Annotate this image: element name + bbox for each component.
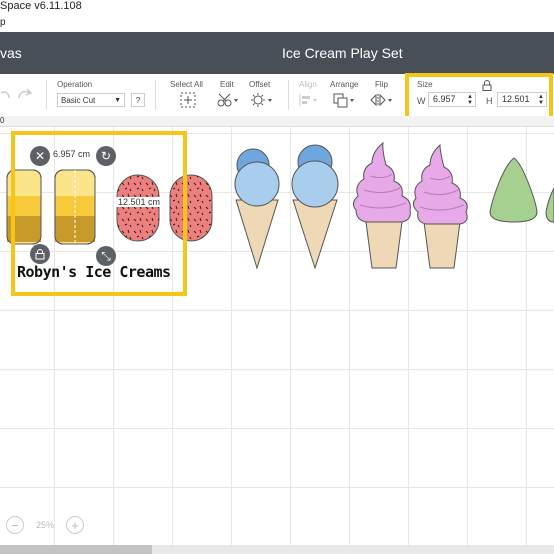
offset-icon[interactable] <box>250 92 274 108</box>
toolbar-divider <box>288 80 289 110</box>
size-label: Size <box>417 80 433 89</box>
flip-icon[interactable] <box>370 92 394 108</box>
operation-label: Operation <box>57 80 93 89</box>
edit-scissors-icon[interactable] <box>216 92 240 108</box>
green-wedge[interactable] <box>489 157 538 223</box>
arrange-label: Arrange <box>330 80 359 89</box>
zoom-controls: − 25% + <box>6 516 86 536</box>
operation-value: Basic Cut <box>61 96 96 105</box>
height-value: 12.501 <box>502 94 530 104</box>
delete-handle-icon[interactable]: ✕ <box>30 146 50 166</box>
height-stepper-icon[interactable]: ▲ ▼ <box>538 94 544 106</box>
redo-icon[interactable] <box>16 86 34 102</box>
title-bar: Space v6.11.108 p <box>0 0 554 32</box>
green-wedge-partial[interactable] <box>545 187 554 223</box>
app-title: Space v6.11.108 <box>0 0 82 12</box>
height-input[interactable]: 12.501 ▲ ▼ <box>497 92 547 107</box>
text-object[interactable]: Robyn's Ice Creams <box>17 263 171 281</box>
flip-label: Flip <box>375 80 388 89</box>
zoom-in-button[interactable]: + <box>66 516 84 534</box>
zoom-level: 25% <box>36 520 55 530</box>
toolbar-divider <box>155 80 156 110</box>
offset-label: Offset <box>249 80 271 89</box>
select-all-label: Select All <box>170 80 203 89</box>
help-button[interactable]: ? <box>131 93 145 107</box>
width-value: 6.957 <box>433 94 456 104</box>
swirl-cone-2[interactable] <box>412 143 468 269</box>
arrange-icon[interactable] <box>332 92 356 108</box>
zoom-out-button[interactable]: − <box>6 516 24 534</box>
scrollbar-thumb[interactable] <box>0 545 152 554</box>
project-title: Ice Cream Play Set <box>282 45 403 61</box>
app-header: vas Ice Cream Play Set <box>0 32 554 74</box>
select-all-icon[interactable] <box>180 92 196 108</box>
width-readout: 6.957 cm <box>51 149 93 159</box>
width-stepper-icon[interactable]: ▲ ▼ <box>467 94 473 106</box>
chevron-down-icon: ▼ <box>114 97 121 104</box>
height-readout: 12.501 cm <box>116 197 163 207</box>
rotate-handle-icon[interactable]: ↻ <box>96 146 116 166</box>
canvas-label: vas <box>0 45 22 61</box>
toolbar-divider <box>46 80 47 110</box>
horizontal-ruler: 0 <box>0 116 554 127</box>
lock-handle-icon[interactable] <box>30 244 50 264</box>
align-label: Align <box>299 80 317 89</box>
blue-scoop-cone-2[interactable] <box>291 144 339 270</box>
horizontal-scrollbar[interactable] <box>0 545 554 554</box>
menu-fragment[interactable]: p <box>0 17 6 28</box>
ruler-origin-label: 0 <box>0 116 5 125</box>
width-input[interactable]: 6.957 ▲ ▼ <box>428 92 476 107</box>
lock-icon[interactable] <box>482 80 492 91</box>
operation-select[interactable]: Basic Cut ▼ <box>57 93 125 107</box>
undo-icon[interactable] <box>0 86 10 102</box>
align-icon[interactable] <box>298 92 320 108</box>
blue-scoop-cone-1[interactable] <box>234 148 280 270</box>
height-label: H <box>486 96 493 106</box>
swirl-cone-1[interactable] <box>352 141 411 269</box>
width-label: W <box>417 96 426 106</box>
edit-label: Edit <box>220 80 234 89</box>
